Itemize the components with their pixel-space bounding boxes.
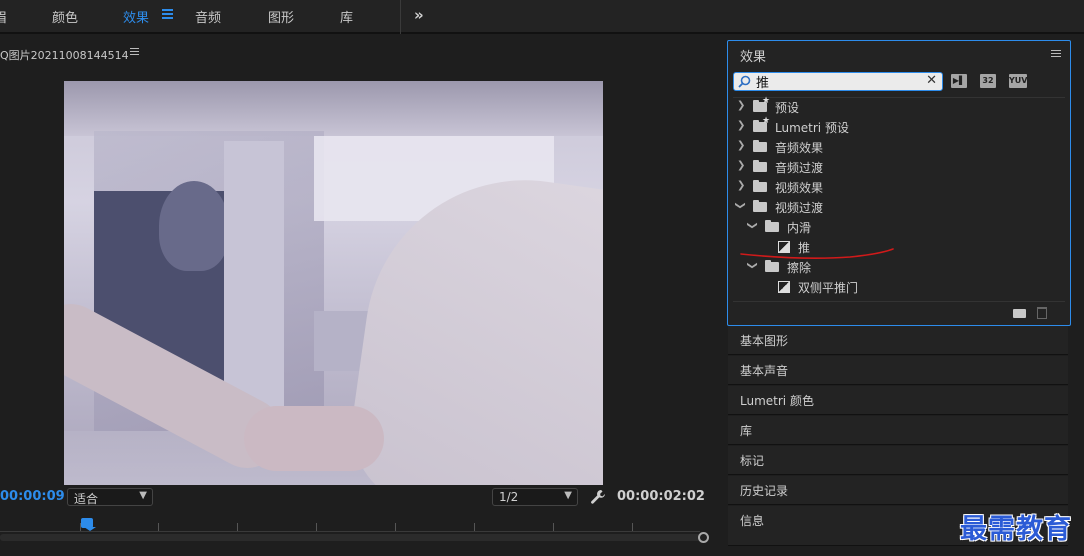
video-hands (244, 406, 384, 471)
fit-select[interactable]: 适合 ▼ (67, 488, 153, 506)
workspace-tab-0[interactable]: 眉 (0, 7, 7, 26)
new-bin-icon[interactable] (1013, 309, 1026, 318)
chevron-right-icon[interactable]: ❯ (737, 100, 745, 111)
clear-search-icon[interactable]: ✕ (926, 73, 937, 88)
effects-panel-title[interactable]: 效果 (740, 46, 766, 65)
tree-item-label: Lumetri 预设 (775, 121, 849, 135)
tree-item-label: 视频过渡 (775, 201, 824, 215)
tree-item-label: 音频效果 (775, 141, 824, 155)
section-label: 基本声音 (740, 364, 789, 378)
section-label: 标记 (740, 454, 765, 468)
chevron-down-icon[interactable]: ❯ (747, 261, 758, 269)
yuv-effects-icon[interactable]: YUV (1009, 74, 1027, 88)
preset-folder-icon: ★ (753, 116, 770, 132)
chevron-down-icon: ▼ (564, 490, 572, 501)
folder-icon (753, 200, 767, 212)
tree-item-slide[interactable]: ❯ 内滑 (733, 217, 1065, 237)
workspace-more-button[interactable]: » (414, 6, 424, 24)
32bit-color-icon[interactable]: 32 (980, 74, 996, 88)
section-label: 历史记录 (740, 484, 789, 498)
effects-search[interactable]: ✕ (733, 72, 943, 91)
tree-item-video-effects[interactable]: ❯ 视频效果 (733, 177, 1065, 197)
tree-item-presets[interactable]: ❯ ★ 预设 (733, 96, 1065, 117)
tree-item-split[interactable]: 双侧平推门 (733, 277, 1065, 297)
tree-item-label: 视频效果 (775, 181, 824, 195)
section-markers[interactable]: 标记 (728, 446, 1068, 475)
chevron-down-icon[interactable]: ❯ (735, 201, 746, 209)
effects-tree: ❯ ★ 预设 ❯ ★ Lumetri 预设 ❯ 音频效果 ❯ 音频过渡 ❯ 视频… (733, 96, 1065, 297)
resolution-select-value: 1/2 (499, 490, 519, 504)
section-history[interactable]: 历史记录 (728, 476, 1068, 505)
tree-item-label: 内滑 (787, 221, 812, 235)
accelerated-effects-icon[interactable]: ▶▌ (951, 74, 967, 88)
effects-panel: 效果 ✕ ▶▌ 32 YUV ❯ ★ 预设 ❯ ★ Lumetri 预设 ❯ 音… (727, 40, 1071, 326)
video-frame (64, 81, 603, 485)
workspace-tab-libraries[interactable]: 库 (340, 7, 353, 26)
video-ceiling (64, 81, 603, 136)
chevron-down-icon: ▼ (139, 490, 147, 501)
section-lumetri-color[interactable]: Lumetri 颜色 (728, 386, 1068, 415)
current-timecode[interactable]: 00:00:09 (0, 489, 65, 504)
tree-item-audio-effects[interactable]: ❯ 音频效果 (733, 137, 1065, 157)
folder-icon (753, 180, 767, 192)
program-monitor: Q图片20211008144514 00:00:09 适合 ▼ 1/2 ▼ 00… (0, 38, 722, 556)
section-label: 信息 (740, 514, 765, 528)
wrench-icon[interactable] (590, 489, 606, 505)
workspace-bar: 眉 颜色 效果 音频 图形 库 » (0, 0, 1084, 34)
tree-item-lumetri-presets[interactable]: ❯ ★ Lumetri 预设 (733, 116, 1065, 137)
folder-icon (753, 160, 767, 172)
workspace-tab-effects[interactable]: 效果 (123, 7, 149, 26)
chevron-right-icon[interactable]: ❯ (737, 180, 745, 191)
folder-icon (753, 140, 767, 152)
zoom-scrollbar-handle[interactable] (698, 532, 709, 543)
fit-select-value: 适合 (74, 492, 99, 506)
workspace-tab-audio[interactable]: 音频 (195, 7, 221, 26)
watermark-logo: 最需教育 (960, 514, 1072, 545)
tree-item-label: 双侧平推门 (798, 281, 859, 295)
workspace-tab-color[interactable]: 颜色 (52, 7, 78, 26)
preset-folder-icon: ★ (753, 96, 770, 112)
duration-timecode: 00:00:02:02 (617, 489, 705, 504)
time-ruler[interactable] (0, 518, 700, 532)
workspace-menu-icon[interactable] (162, 9, 173, 20)
workspace-divider (400, 0, 401, 34)
tree-item-video-transitions[interactable]: ❯ 视频过渡 (733, 197, 1065, 217)
tree-item-audio-transitions[interactable]: ❯ 音频过渡 (733, 157, 1065, 177)
section-label: 基本图形 (740, 334, 789, 348)
chevron-down-icon[interactable]: ❯ (747, 221, 758, 229)
panel-menu-icon[interactable] (1051, 50, 1061, 59)
resolution-select[interactable]: 1/2 ▼ (492, 488, 578, 506)
trash-icon[interactable] (1037, 307, 1047, 319)
transition-effect-icon (778, 281, 790, 293)
chevron-right-icon[interactable]: ❯ (737, 160, 745, 171)
section-essential-graphics[interactable]: 基本图形 (728, 326, 1068, 355)
tree-item-label: 音频过渡 (775, 161, 824, 175)
section-label: 库 (740, 424, 753, 438)
section-libraries[interactable]: 库 (728, 416, 1068, 445)
folder-icon (765, 220, 779, 232)
zoom-scrollbar[interactable] (0, 534, 704, 541)
workspace-tab-graphics[interactable]: 图形 (268, 7, 294, 26)
playhead-handle[interactable] (81, 518, 96, 531)
folder-icon (765, 260, 779, 272)
section-essential-sound[interactable]: 基本声音 (728, 356, 1068, 385)
video-sign-logo (159, 181, 229, 271)
monitor-menu-icon[interactable] (130, 48, 139, 57)
annotation-stroke (740, 248, 894, 260)
tree-item-label: 预设 (775, 101, 800, 115)
chevron-right-icon[interactable]: ❯ (737, 120, 745, 131)
section-label: Lumetri 颜色 (740, 394, 814, 408)
chevron-right-icon[interactable]: ❯ (737, 140, 745, 151)
monitor-title[interactable]: Q图片20211008144514 (0, 47, 129, 63)
search-input[interactable] (756, 74, 916, 89)
search-icon (738, 75, 751, 88)
